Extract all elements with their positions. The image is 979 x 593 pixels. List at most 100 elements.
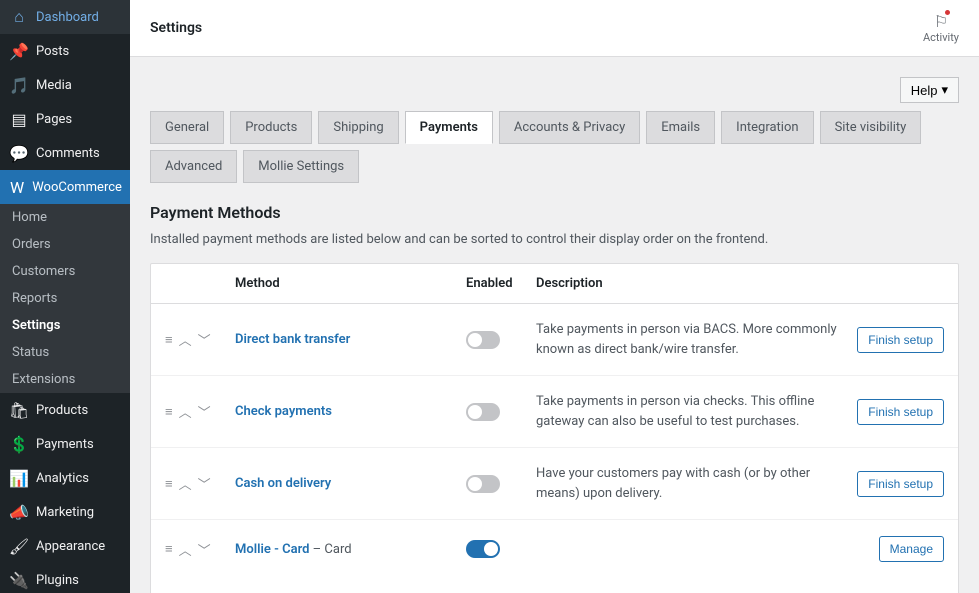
move-up-icon[interactable]: ︿: [179, 402, 192, 421]
tab-mollie-settings[interactable]: Mollie Settings: [243, 150, 359, 183]
sidebar-item-appearance[interactable]: 🖌 Appearance: [0, 529, 130, 563]
sidebar-item-comments[interactable]: 💬 Comments: [0, 136, 130, 170]
sidebar-item-label: Appearance: [36, 539, 105, 554]
marketing-icon: 📣: [10, 503, 28, 521]
sidebar-item-label: Analytics: [36, 471, 89, 486]
sidebar-item-payments[interactable]: 💲 Payments: [0, 427, 130, 461]
row-action-button[interactable]: Finish setup: [857, 471, 944, 497]
method-description: Have your customers pay with cash (or by…: [536, 464, 854, 503]
comment-icon: 💬: [10, 144, 28, 162]
topbar: Settings ⚐ Activity: [130, 0, 979, 57]
discover-row: Discover other payment providers ↗ ⚡ PP …: [151, 578, 958, 593]
sidebar-item-label: Media: [36, 78, 72, 93]
sidebar-sub-status[interactable]: Status: [0, 339, 130, 366]
page-title: Settings: [150, 20, 202, 36]
sidebar-item-products[interactable]: 🛍 Products: [0, 393, 130, 427]
section-title: Payment Methods: [150, 203, 959, 222]
sidebar-item-posts[interactable]: 📌 Posts: [0, 34, 130, 68]
column-method: Method: [235, 276, 466, 291]
sidebar-item-dashboard[interactable]: ⌂ Dashboard: [0, 0, 130, 34]
sidebar-item-label: Plugins: [36, 573, 79, 588]
method-link[interactable]: Check payments: [235, 404, 332, 419]
tab-site-visibility[interactable]: Site visibility: [820, 111, 922, 144]
sidebar-item-label: Dashboard: [36, 10, 99, 25]
row-action-button[interactable]: Manage: [879, 536, 944, 562]
page-icon: ▤: [10, 110, 28, 128]
method-description: Take payments in person via checks. This…: [536, 392, 854, 431]
sidebar-item-label: Marketing: [36, 505, 94, 520]
method-link[interactable]: Mollie - Card: [235, 542, 309, 557]
woo-icon: W: [10, 178, 24, 196]
help-dropdown[interactable]: Help ▾: [900, 77, 959, 103]
sidebar-item-label: Payments: [36, 437, 94, 452]
table-row: ≡ ︿ ﹀ Check payments Take payments in pe…: [151, 376, 958, 448]
pin-icon: 📌: [10, 42, 28, 60]
move-up-icon[interactable]: ︿: [179, 474, 192, 493]
move-down-icon[interactable]: ﹀: [198, 402, 211, 421]
drag-handle-icon[interactable]: ≡: [165, 404, 173, 420]
sidebar-item-media[interactable]: 🎵 Media: [0, 68, 130, 102]
sidebar-sub-extensions[interactable]: Extensions: [0, 366, 130, 393]
enabled-toggle[interactable]: [466, 475, 500, 493]
activity-button[interactable]: ⚐ Activity: [923, 12, 959, 44]
payment-icon: 💲: [10, 435, 28, 453]
enabled-toggle[interactable]: [466, 331, 500, 349]
row-action-button[interactable]: Finish setup: [857, 327, 944, 353]
tab-products[interactable]: Products: [230, 111, 312, 144]
sidebar-item-marketing[interactable]: 📣 Marketing: [0, 495, 130, 529]
column-enabled: Enabled: [466, 276, 536, 291]
tab-shipping[interactable]: Shipping: [318, 111, 398, 144]
dashboard-icon: ⌂: [10, 8, 28, 26]
drag-handle-icon[interactable]: ≡: [165, 541, 173, 557]
admin-sidebar: ⌂ Dashboard 📌 Posts 🎵 Media ▤ Pages 💬 Comments W Wo…: [0, 0, 130, 593]
tab-accounts-privacy[interactable]: Accounts & Privacy: [499, 111, 640, 144]
chevron-down-icon: ▾: [941, 82, 948, 98]
drag-handle-icon[interactable]: ≡: [165, 332, 173, 348]
sidebar-item-pages[interactable]: ▤ Pages: [0, 102, 130, 136]
table-row: ≡ ︿ ﹀ Cash on delivery Have your custome…: [151, 448, 958, 520]
move-up-icon[interactable]: ︿: [179, 540, 192, 559]
sidebar-sub-customers[interactable]: Customers: [0, 258, 130, 285]
sidebar-submenu: HomeOrdersCustomersReportsSettingsStatus…: [0, 204, 130, 393]
method-description: Take payments in person via BACS. More c…: [536, 320, 854, 359]
method-link[interactable]: Cash on delivery: [235, 476, 331, 491]
sidebar-item-label: Pages: [36, 112, 72, 127]
settings-tabs: GeneralProductsShippingPaymentsAccounts …: [150, 111, 959, 183]
product-icon: 🛍: [10, 401, 28, 419]
method-suffix: – Card: [309, 542, 351, 557]
tab-advanced[interactable]: Advanced: [150, 150, 237, 183]
analytics-icon: 📊: [10, 469, 28, 487]
move-down-icon[interactable]: ﹀: [198, 330, 211, 349]
move-up-icon[interactable]: ︿: [179, 330, 192, 349]
table-row: ≡ ︿ ﹀ Direct bank transfer Take payments…: [151, 304, 958, 376]
sidebar-item-woocommerce[interactable]: W WooCommerce: [0, 170, 130, 204]
move-down-icon[interactable]: ﹀: [198, 474, 211, 493]
sidebar-item-analytics[interactable]: 📊 Analytics: [0, 461, 130, 495]
payment-methods-table: Method Enabled Description ≡ ︿ ﹀ Direct …: [150, 263, 959, 593]
drag-handle-icon[interactable]: ≡: [165, 476, 173, 492]
sidebar-item-label: Posts: [36, 44, 69, 59]
sidebar-sub-orders[interactable]: Orders: [0, 231, 130, 258]
sidebar-item-label: WooCommerce: [32, 180, 122, 195]
sidebar-item-plugins[interactable]: 🔌 Plugins: [0, 563, 130, 593]
tab-emails[interactable]: Emails: [646, 111, 715, 144]
tab-payments[interactable]: Payments: [405, 111, 493, 144]
sidebar-item-label: Comments: [36, 146, 100, 161]
method-link[interactable]: Direct bank transfer: [235, 332, 350, 347]
appearance-icon: 🖌: [10, 537, 28, 555]
enabled-toggle[interactable]: [466, 403, 500, 421]
move-down-icon[interactable]: ﹀: [198, 540, 211, 559]
tab-general[interactable]: General: [150, 111, 224, 144]
sidebar-sub-home[interactable]: Home: [0, 204, 130, 231]
plugin-icon: 🔌: [10, 571, 28, 589]
sidebar-sub-settings[interactable]: Settings: [0, 312, 130, 339]
tab-integration[interactable]: Integration: [721, 111, 813, 144]
table-header: Method Enabled Description: [151, 264, 958, 304]
table-row: ≡ ︿ ﹀ Mollie - Card – Card Manage: [151, 520, 958, 578]
column-description: Description: [536, 276, 854, 291]
sidebar-sub-reports[interactable]: Reports: [0, 285, 130, 312]
row-action-button[interactable]: Finish setup: [857, 399, 944, 425]
sidebar-item-label: Products: [36, 403, 88, 418]
media-icon: 🎵: [10, 76, 28, 94]
enabled-toggle[interactable]: [466, 540, 500, 558]
